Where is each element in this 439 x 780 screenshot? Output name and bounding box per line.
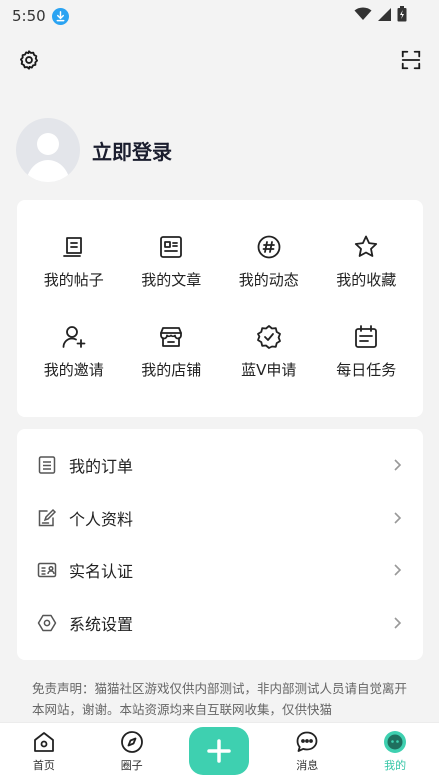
list-item-profile[interactable]: 个人资料 xyxy=(17,492,423,545)
profile-header[interactable]: 立即登录 xyxy=(16,118,172,182)
verified-badge-icon xyxy=(256,325,281,349)
disclaimer-text: 免责声明：猫猫社区游戏仅供内部测试，非内部测试人员请自觉离开本网站，谢谢。本站资… xyxy=(32,681,408,717)
grid-item-daily-tasks[interactable]: 每日任务 xyxy=(318,324,416,380)
publish-slot xyxy=(176,723,264,780)
tab-label: 我的 xyxy=(384,759,407,772)
chevron-right-icon xyxy=(394,564,402,576)
avatar[interactable] xyxy=(16,118,80,182)
scan-icon xyxy=(401,50,421,70)
hexagon-settings-icon xyxy=(37,614,57,631)
article-icon xyxy=(160,236,183,258)
tab-mine[interactable]: 我的 xyxy=(351,723,439,780)
gear-icon xyxy=(20,50,38,70)
calendar-task-icon xyxy=(355,325,378,348)
grid-label: 蓝V申请 xyxy=(241,361,297,379)
grid-item-articles[interactable]: 我的文章 xyxy=(123,234,221,290)
posts-icon xyxy=(62,237,82,257)
grid-label: 我的店铺 xyxy=(141,361,202,379)
wifi-icon xyxy=(354,7,372,20)
status-time: 5:50 xyxy=(12,7,46,25)
tab-label: 首页 xyxy=(32,759,55,772)
plus-icon xyxy=(207,739,232,763)
list-item-label: 个人资料 xyxy=(69,509,134,529)
list-item-label: 系统设置 xyxy=(69,614,134,634)
chevron-right-icon xyxy=(394,512,402,524)
compass-icon xyxy=(120,731,143,753)
mine-icon xyxy=(384,731,407,753)
list-item-orders[interactable]: 我的订单 xyxy=(17,439,423,492)
order-list-icon xyxy=(38,456,56,474)
grid-item-favorites[interactable]: 我的收藏 xyxy=(318,234,416,290)
publish-button[interactable] xyxy=(189,727,250,775)
shop-icon xyxy=(160,327,183,347)
tab-messages[interactable]: 消息 xyxy=(263,723,351,780)
edit-profile-icon xyxy=(38,508,57,526)
status-indicators xyxy=(354,6,407,22)
signal-icon xyxy=(378,7,391,21)
chevron-right-icon xyxy=(394,617,402,629)
grid-item-activity[interactable]: 我的动态 xyxy=(220,234,318,290)
star-icon xyxy=(355,235,378,257)
menu-list-card: 我的订单 个人资料 实名认证 系统设置 xyxy=(17,429,423,660)
grid-label: 我的动态 xyxy=(238,271,299,289)
tab-label: 消息 xyxy=(296,759,319,772)
invite-user-icon xyxy=(62,326,86,348)
list-item-label: 我的订单 xyxy=(69,457,134,477)
download-icon xyxy=(51,7,69,25)
tab-label: 圈子 xyxy=(120,759,143,772)
grid-item-posts[interactable]: 我的帖子 xyxy=(25,234,123,290)
grid-item-shop[interactable]: 我的店铺 xyxy=(123,324,221,380)
scan-button[interactable] xyxy=(397,46,425,74)
grid-label: 我的邀请 xyxy=(43,361,104,379)
grid-label: 我的文章 xyxy=(141,271,202,289)
hashtag-icon xyxy=(257,235,281,259)
list-item-real-name[interactable]: 实名认证 xyxy=(17,544,423,597)
tab-home[interactable]: 首页 xyxy=(0,723,88,780)
battery-icon xyxy=(397,6,407,22)
grid-item-blue-v[interactable]: 蓝V申请 xyxy=(220,324,318,380)
list-item-settings[interactable]: 系统设置 xyxy=(17,597,423,650)
login-link[interactable]: 立即登录 xyxy=(92,136,172,165)
grid-label: 我的收藏 xyxy=(336,271,397,289)
message-icon xyxy=(296,731,318,752)
id-card-icon xyxy=(37,563,57,578)
bottom-tab-bar: 首页 圈子 消息 我的 xyxy=(0,722,439,780)
shortcut-grid-card: 我的帖子 我的文章 我的动态 我的收藏 我的邀请 我的店铺 蓝V申请 每日任务 xyxy=(17,200,423,417)
grid-item-invite[interactable]: 我的邀请 xyxy=(25,324,123,380)
chevron-right-icon xyxy=(394,459,402,471)
home-icon xyxy=(33,732,54,752)
settings-button[interactable] xyxy=(15,46,43,74)
grid-label: 每日任务 xyxy=(336,361,397,379)
grid-label: 我的帖子 xyxy=(43,271,104,289)
tab-circle[interactable]: 圈子 xyxy=(88,723,176,780)
status-bar: 5:50 xyxy=(0,0,439,32)
list-item-label: 实名认证 xyxy=(69,562,134,582)
